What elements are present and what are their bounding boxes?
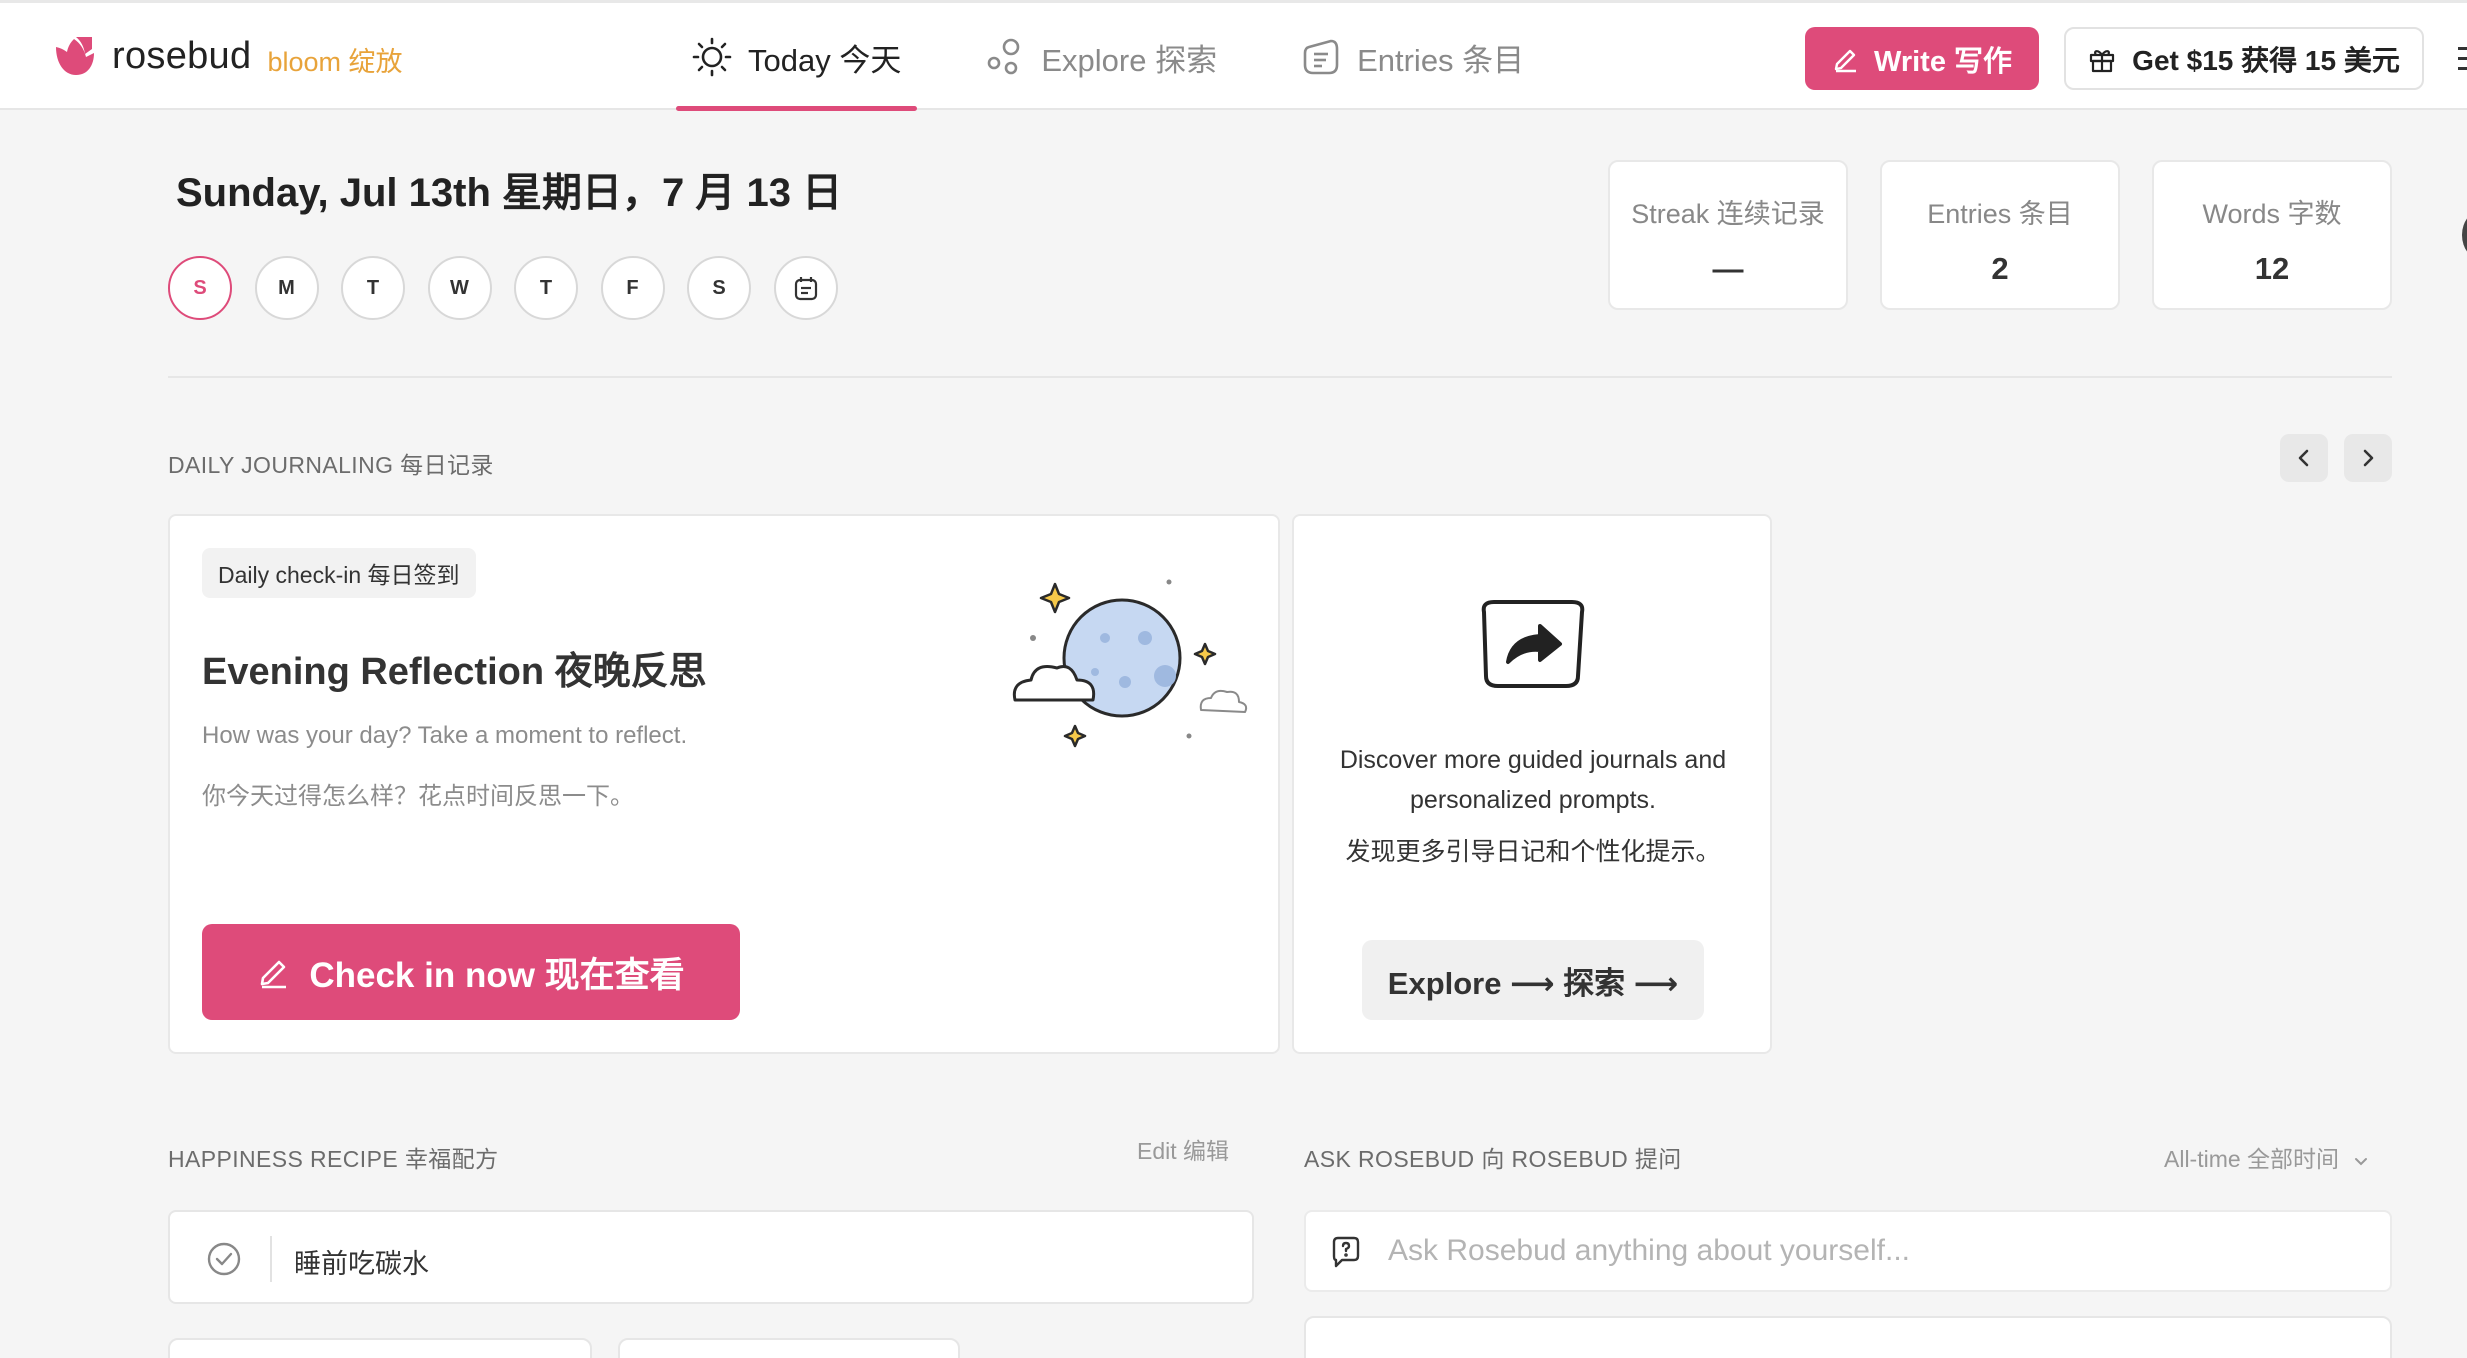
day-pill-saturday[interactable]: S bbox=[687, 256, 751, 320]
tab-today[interactable]: Today 今天 bbox=[676, 3, 917, 111]
stat-value-streak: — bbox=[1610, 251, 1846, 287]
write-button[interactable]: Write 写作 bbox=[1805, 27, 2039, 90]
journal-icon bbox=[1301, 37, 1341, 77]
bubbles-icon bbox=[985, 37, 1025, 77]
chevron-down-icon bbox=[2353, 1153, 2369, 1169]
app-name: rosebud bbox=[112, 35, 251, 78]
invite-reward-label: Get $15 获得 15 美元 bbox=[2132, 39, 2400, 79]
section-title-ask-rosebud: ASK ROSEBUD 向 ROSEBUD 提问 bbox=[1304, 1140, 1682, 1174]
recipe-suggestion-chip[interactable] bbox=[618, 1338, 960, 1358]
explore-button-label: Explore ⟶ 探索 ⟶ bbox=[1388, 958, 1678, 1003]
chevron-right-icon bbox=[2357, 447, 2379, 469]
chat-question-icon bbox=[1328, 1234, 1364, 1270]
carousel-prev-button[interactable] bbox=[2280, 434, 2328, 482]
main-nav: Today 今天 Explore 探索 Entries 条目 bbox=[676, 3, 1592, 111]
invite-reward-button[interactable]: Get $15 获得 15 美元 bbox=[2064, 27, 2424, 90]
ask-rosebud-placeholder: Ask Rosebud anything about yourself... bbox=[1388, 1234, 1910, 1268]
day-pill-thursday[interactable]: T bbox=[514, 256, 578, 320]
pencil-icon bbox=[257, 955, 291, 989]
check-circle-icon[interactable] bbox=[206, 1241, 242, 1277]
day-pill-monday[interactable]: M bbox=[255, 256, 319, 320]
calendar-button[interactable] bbox=[774, 256, 838, 320]
side-panel-handle[interactable] bbox=[2462, 210, 2467, 260]
prompt-title: Evening Reflection 夜晚反思 bbox=[202, 640, 707, 695]
tab-entries-label: Entries 条目 bbox=[1357, 35, 1524, 80]
edit-recipe-link[interactable]: Edit 编辑 bbox=[1137, 1132, 1229, 1166]
week-day-selector: S M T W T F S bbox=[168, 256, 860, 320]
page-title-date: Sunday, Jul 13th 星期日，7 月 13 日 bbox=[176, 160, 842, 218]
tab-entries[interactable]: Entries 条目 bbox=[1285, 3, 1540, 111]
stat-label-streak: Streak 连续记录 bbox=[1610, 192, 1846, 231]
recipe-item[interactable]: 睡前吃碳水 bbox=[168, 1210, 1254, 1304]
recipe-item-text: 睡前吃碳水 bbox=[294, 1242, 429, 1281]
sun-icon bbox=[692, 37, 732, 77]
prompt-description-zh: 你今天过得怎么样？花点时间反思一下。 bbox=[202, 776, 634, 811]
pencil-icon bbox=[1832, 45, 1860, 73]
chevron-left-icon bbox=[2293, 447, 2315, 469]
rosebud-logo-icon bbox=[52, 33, 96, 79]
section-divider bbox=[168, 376, 2392, 378]
time-range-label: All-time 全部时间 bbox=[2164, 1146, 2339, 1172]
top-bar: rosebud bloom 绽放 Today 今天 Explore 探索 bbox=[0, 0, 2467, 110]
plan-tier-label: bloom 绽放 bbox=[267, 40, 402, 79]
carousel-next-button[interactable] bbox=[2344, 434, 2392, 482]
stat-label-words: Words 字数 bbox=[2154, 192, 2390, 231]
write-button-label: Write 写作 bbox=[1874, 38, 2012, 80]
calendar-icon bbox=[792, 274, 820, 302]
ask-rosebud-results-panel bbox=[1304, 1316, 2392, 1358]
check-in-now-label: Check in now 现在查看 bbox=[309, 947, 684, 998]
evening-reflection-card: Daily check-in 每日签到 Evening Reflection 夜… bbox=[168, 514, 1280, 1054]
more-menu-icon[interactable] bbox=[2458, 43, 2467, 75]
tab-explore[interactable]: Explore 探索 bbox=[969, 3, 1233, 111]
moon-illustration-icon bbox=[1005, 576, 1255, 756]
prompt-description-en: How was your day? Take a moment to refle… bbox=[202, 722, 687, 750]
time-range-dropdown[interactable]: All-time 全部时间 bbox=[2164, 1140, 2369, 1174]
stat-card-streak: Streak 连续记录 — bbox=[1608, 160, 1848, 310]
share-arrow-icon bbox=[1474, 598, 1592, 690]
logo[interactable]: rosebud bloom 绽放 bbox=[52, 33, 402, 79]
stat-card-entries: Entries 条目 2 bbox=[1880, 160, 2120, 310]
daily-checkin-chip: Daily check-in 每日签到 bbox=[202, 548, 476, 598]
discover-journals-card: Discover more guided journals and person… bbox=[1292, 514, 1772, 1054]
explore-button[interactable]: Explore ⟶ 探索 ⟶ bbox=[1362, 940, 1704, 1020]
section-title-daily-journaling: DAILY JOURNALING 每日记录 bbox=[168, 446, 494, 480]
tab-today-label: Today 今天 bbox=[748, 35, 901, 80]
tab-explore-label: Explore 探索 bbox=[1041, 35, 1217, 80]
day-pill-tuesday[interactable]: T bbox=[341, 256, 405, 320]
stat-value-entries: 2 bbox=[1882, 251, 2118, 287]
discover-text-line2: personalized prompts. bbox=[1314, 780, 1752, 820]
day-pill-wednesday[interactable]: W bbox=[428, 256, 492, 320]
day-pill-sunday[interactable]: S bbox=[168, 256, 232, 320]
app-root: rosebud bloom 绽放 Today 今天 Explore 探索 bbox=[0, 0, 2467, 1358]
section-title-happiness-recipe: HAPPINESS RECIPE 幸福配方 bbox=[168, 1140, 498, 1174]
gift-icon bbox=[2088, 45, 2116, 73]
stat-value-words: 12 bbox=[2154, 251, 2390, 287]
stat-card-words: Words 字数 12 bbox=[2152, 160, 2392, 310]
check-in-now-button[interactable]: Check in now 现在查看 bbox=[202, 924, 740, 1020]
discover-text-line1: Discover more guided journals and bbox=[1314, 740, 1752, 780]
ask-rosebud-input[interactable]: Ask Rosebud anything about yourself... bbox=[1304, 1210, 2392, 1292]
recipe-suggestion-chip[interactable] bbox=[168, 1338, 592, 1358]
day-pill-friday[interactable]: F bbox=[601, 256, 665, 320]
discover-text-zh: 发现更多引导日记和个性化提示。 bbox=[1314, 832, 1752, 872]
recipe-divider bbox=[270, 1236, 272, 1282]
stat-label-entries: Entries 条目 bbox=[1882, 192, 2118, 231]
